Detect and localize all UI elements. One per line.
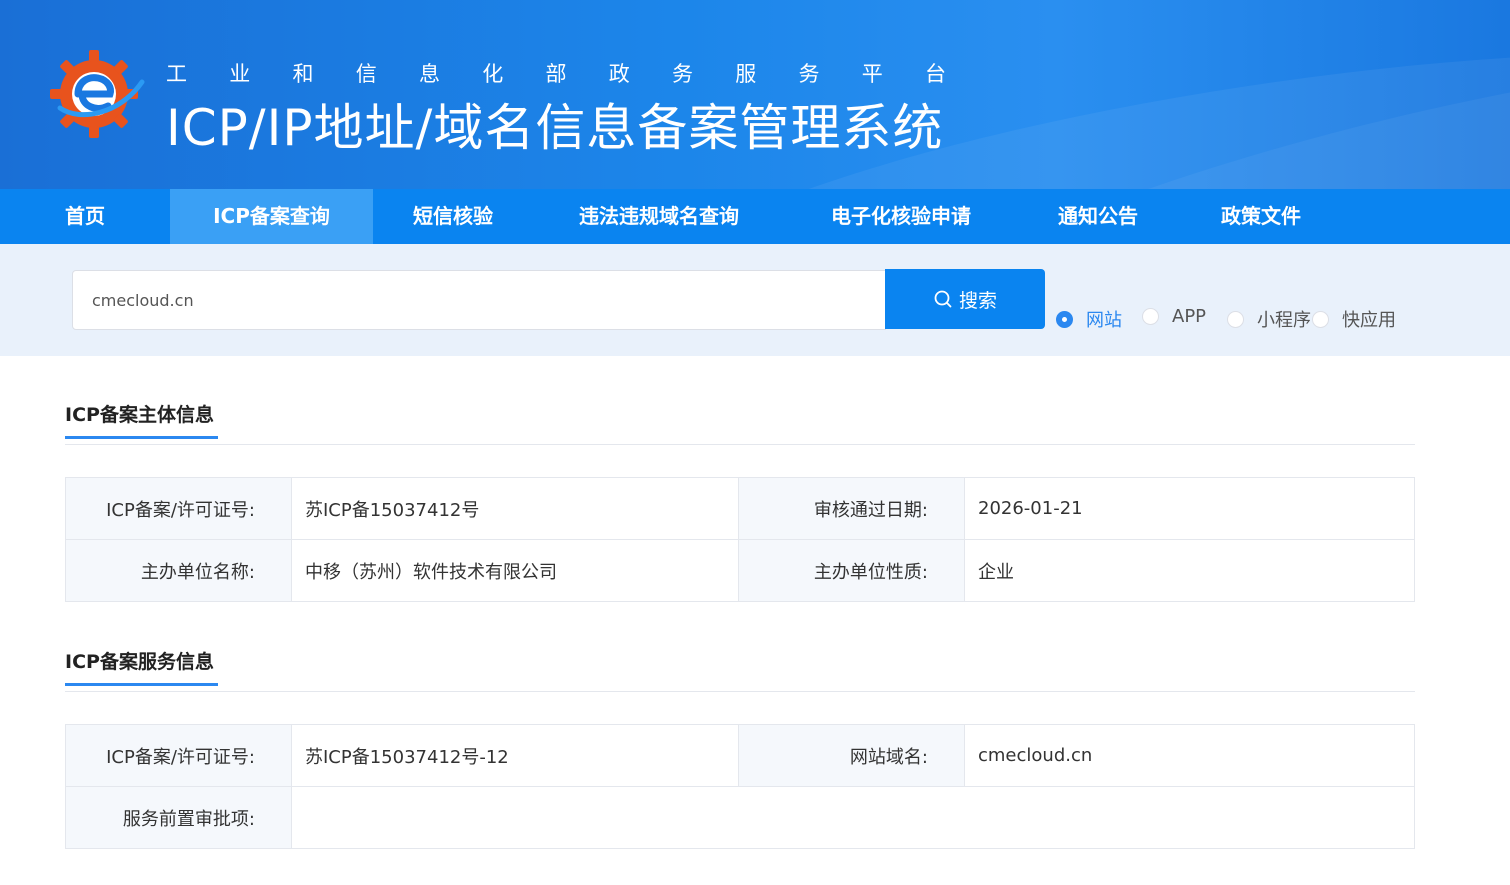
nav-item-home[interactable]: 首页 <box>0 189 170 244</box>
section-title-underline <box>65 683 218 686</box>
table-row: 服务前置审批项: <box>65 786 1415 849</box>
subtitle-char: 工 <box>166 62 187 86</box>
service-info-table: ICP备案/许可证号: 苏ICP备15037412号-12 网站域名: cmec… <box>65 724 1415 849</box>
subtitle-char: 台 <box>925 62 946 86</box>
subtitle-char: 务 <box>798 62 820 86</box>
table-row: 主办单位名称: 中移（苏州）软件技术有限公司 主办单位性质: 企业 <box>65 539 1415 602</box>
radio-checked-icon <box>1056 310 1073 328</box>
search-button[interactable]: 搜索 <box>885 269 1045 329</box>
field-label: 主办单位名称: <box>65 539 292 602</box>
section-title-subject-info: ICP备案主体信息 <box>65 400 218 439</box>
subtitle-char: 服 <box>735 62 757 86</box>
nav-item-policy-docs[interactable]: 政策文件 <box>1179 189 1343 244</box>
search-band: 搜索 网站 APP 小程序 快应用 <box>0 244 1510 356</box>
subject-info-table: ICP备案/许可证号: 苏ICP备15037412号 审核通过日期: 2026-… <box>65 477 1415 602</box>
subtitle-char: 化 <box>482 62 504 86</box>
search-icon <box>934 290 952 308</box>
table-row: ICP备案/许可证号: 苏ICP备15037412号 审核通过日期: 2026-… <box>65 477 1415 540</box>
system-title: ICP/IP地址/域名信息备案管理系统 <box>166 99 944 157</box>
header-banner: 工 业 和 信 息 化 部 政 务 服 务 平 台 ICP/IP地址/域名信息备案管理系统 <box>0 0 1510 189</box>
field-label: 网站域名: <box>738 724 965 787</box>
field-label: ICP备案/许可证号: <box>65 724 292 787</box>
section-title-text: ICP备案主体信息 <box>65 404 214 426</box>
section-divider <box>65 691 1415 692</box>
subtitle-char: 平 <box>861 62 883 86</box>
field-value: 2026-01-21 <box>964 477 1415 540</box>
field-value: 企业 <box>964 539 1415 602</box>
radio-label: 小程序 <box>1257 310 1311 331</box>
table-row: ICP备案/许可证号: 苏ICP备15037412号-12 网站域名: cmec… <box>65 724 1415 787</box>
subtitle-char: 务 <box>672 62 693 86</box>
field-value: cmecloud.cn <box>964 724 1415 787</box>
radio-label: 网站 <box>1086 310 1122 331</box>
subtitle-char: 部 <box>545 62 567 86</box>
section-divider <box>65 444 1415 445</box>
field-label: 审核通过日期: <box>738 477 965 540</box>
field-value: 中移（苏州）软件技术有限公司 <box>291 539 739 602</box>
ministry-subtitle: 工业和信息化部政务服务平台 <box>166 58 946 88</box>
radio-quick-app[interactable]: 快应用 <box>1312 306 1396 332</box>
main-nav: 首页 ICP备案查询 短信核验 违法违规域名查询 电子化核验申请 通知公告 政策… <box>0 189 1510 244</box>
field-value: 苏ICP备15037412号 <box>291 477 739 540</box>
search-input[interactable] <box>72 270 886 330</box>
subtitle-char: 信 <box>355 62 377 86</box>
nav-item-e-verify-apply[interactable]: 电子化核验申请 <box>785 189 1017 244</box>
nav-item-notices[interactable]: 通知公告 <box>1017 189 1179 244</box>
radio-app[interactable]: APP <box>1142 306 1206 327</box>
radio-label: APP <box>1172 306 1207 327</box>
subtitle-char: 业 <box>229 62 251 86</box>
nav-item-icp-query[interactable]: ICP备案查询 <box>170 189 373 244</box>
field-value: 苏ICP备15037412号-12 <box>291 724 739 787</box>
field-value <box>291 786 1415 849</box>
radio-unchecked-icon <box>1227 310 1244 328</box>
nav-item-illegal-domain-query[interactable]: 违法违规域名查询 <box>533 189 785 244</box>
field-label: 主办单位性质: <box>738 539 965 602</box>
section-title-underline <box>65 436 218 439</box>
field-label: 服务前置审批项: <box>65 786 292 849</box>
field-label: ICP备案/许可证号: <box>65 477 292 540</box>
search-button-label: 搜索 <box>958 289 997 312</box>
radio-website[interactable]: 网站 <box>1056 306 1122 332</box>
radio-unchecked-icon <box>1312 310 1329 328</box>
subtitle-char: 政 <box>608 62 630 86</box>
nav-item-sms-verify[interactable]: 短信核验 <box>373 189 533 244</box>
section-title-service-info: ICP备案服务信息 <box>65 647 218 686</box>
radio-unchecked-icon <box>1142 308 1159 325</box>
section-title-text: ICP备案服务信息 <box>65 651 214 673</box>
subtitle-char: 息 <box>419 62 440 86</box>
subtitle-char: 和 <box>292 62 314 86</box>
radio-label: 快应用 <box>1342 310 1396 331</box>
radio-mini-program[interactable]: 小程序 <box>1227 306 1311 332</box>
gear-e-logo-icon <box>50 50 145 138</box>
